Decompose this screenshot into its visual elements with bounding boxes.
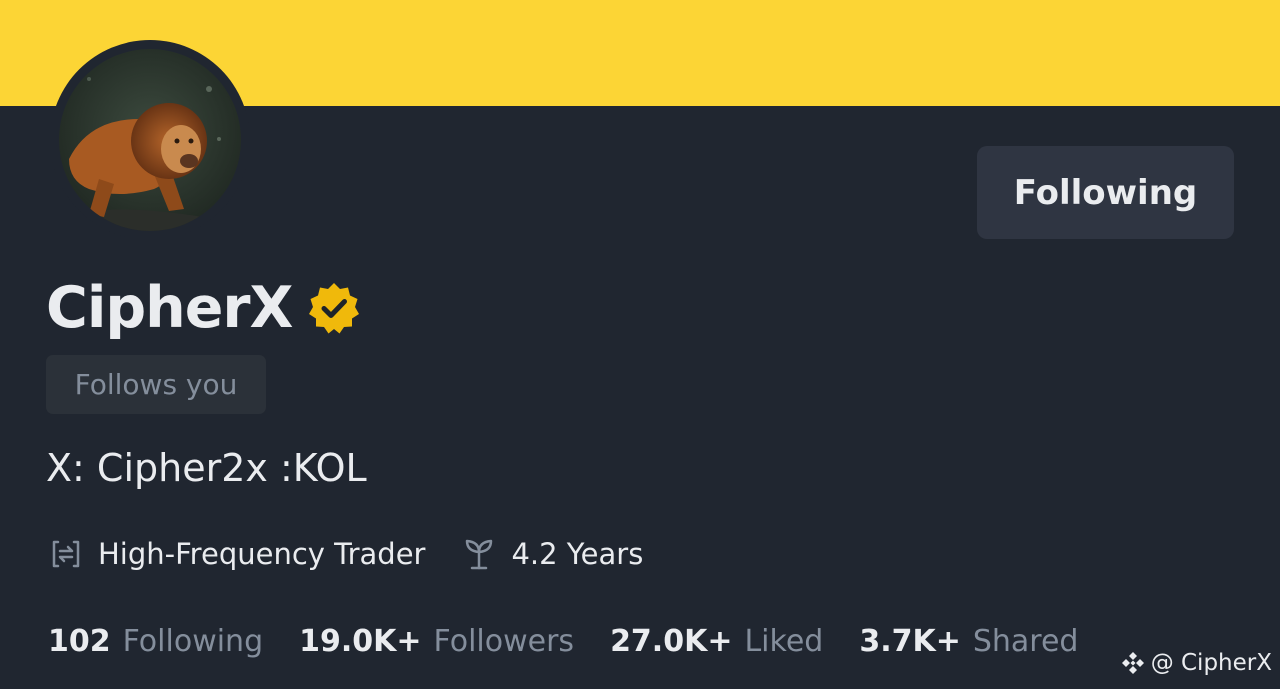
avatar[interactable] [59, 49, 241, 231]
binance-logo-icon [1121, 652, 1144, 674]
stat-label: Followers [433, 623, 575, 659]
tag-trader-type: High-Frequency Trader [48, 536, 425, 572]
stat-value: 102 [48, 623, 111, 659]
stat-shared: 3.7K+ Shared [859, 624, 1078, 659]
profile-page: Following CipherX Follows you X: Cipher2… [0, 0, 1280, 689]
stat-label: Liked [744, 623, 824, 659]
stat-liked: 27.0K+ Liked [610, 624, 823, 659]
stat-label: Shared [972, 623, 1079, 659]
tag-label: High-Frequency Trader [98, 537, 426, 571]
stat-label: Following [122, 623, 264, 659]
stat-value: 3.7K+ [859, 623, 961, 659]
name-row: CipherX [46, 272, 362, 344]
verified-badge-icon [309, 283, 360, 334]
trade-swap-icon [52, 540, 80, 568]
watermark: @ CipherX [1119, 645, 1272, 681]
stat-following[interactable]: 102 Following [48, 624, 263, 659]
profile-stats: 102 Following 19.0K+ Followers 27.0K+ Li… [48, 617, 1078, 665]
sprout-icon [466, 539, 493, 570]
stat-value: 27.0K+ [610, 623, 733, 659]
following-button[interactable]: Following [977, 146, 1234, 239]
follows-you-badge: Follows you [46, 355, 266, 414]
watermark-text: @ CipherX [1150, 650, 1272, 676]
stat-value: 19.0K+ [299, 623, 422, 659]
tag-experience: 4.2 Years [461, 536, 643, 572]
profile-bio: X: Cipher2x :KOL [46, 446, 367, 490]
tag-label: 4.2 Years [511, 537, 644, 571]
stat-followers[interactable]: 19.0K+ Followers [299, 624, 574, 659]
profile-name: CipherX [46, 275, 293, 341]
lion-avatar-image [59, 49, 241, 231]
profile-tags: High-Frequency Trader 4.2 Years [48, 530, 643, 578]
